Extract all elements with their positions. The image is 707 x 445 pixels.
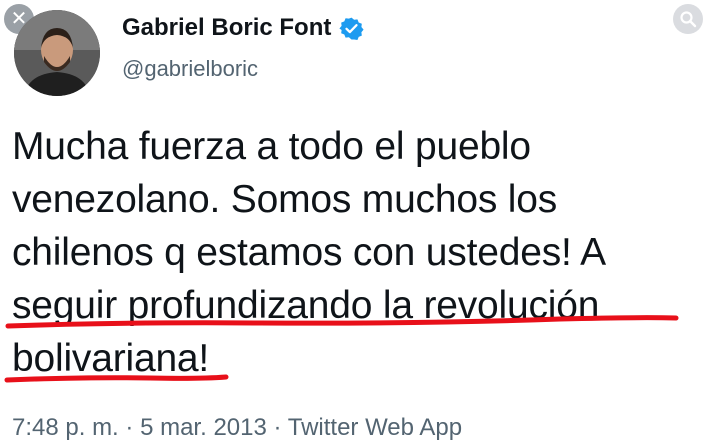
- tweet-line: venezolano. Somos muchos los: [12, 178, 558, 221]
- author-info: Gabriel Boric Font @gabrielboric: [122, 14, 364, 82]
- avatar[interactable]: [14, 10, 100, 96]
- tweet-source[interactable]: Twitter Web App: [288, 414, 462, 441]
- tweet-date[interactable]: 5 mar. 2013: [140, 414, 267, 441]
- handle[interactable]: @gabrielboric: [122, 56, 364, 82]
- separator: ·: [125, 414, 134, 441]
- tweet-text: Mucha fuerza a todo el pueblo venezolano…: [12, 120, 702, 385]
- separator: ·: [273, 414, 282, 441]
- lens-search-button[interactable]: [673, 4, 703, 34]
- tweet-line: bolivariana!: [12, 337, 210, 380]
- verified-badge-icon: [339, 17, 364, 40]
- display-name[interactable]: Gabriel Boric Font: [122, 14, 331, 42]
- tweet-line: Mucha fuerza a todo el pueblo: [12, 125, 531, 168]
- lens-search-icon: [680, 11, 697, 28]
- tweet-metadata: 7:48 p. m. · 5 mar. 2013 · Twitter Web A…: [12, 414, 462, 442]
- avatar-photo: [14, 10, 100, 96]
- tweet-time[interactable]: 7:48 p. m.: [12, 414, 119, 441]
- tweet-line: seguir profundizando la revolución: [12, 284, 600, 327]
- tweet-line: chilenos q estamos con ustedes! A: [12, 231, 606, 274]
